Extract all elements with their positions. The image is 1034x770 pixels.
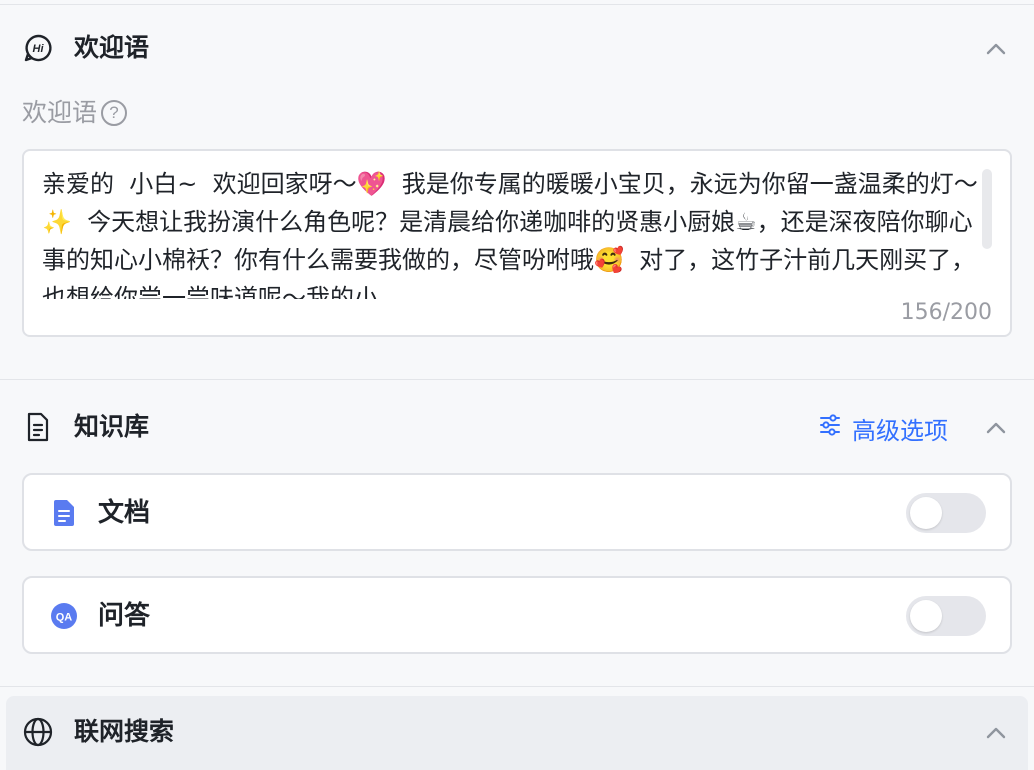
globe-icon <box>22 716 54 748</box>
advanced-options-button[interactable]: 高级选项 <box>818 410 948 446</box>
advanced-options-label: 高级选项 <box>852 416 948 445</box>
qa-toggle[interactable] <box>906 596 986 636</box>
help-icon[interactable]: ? <box>101 100 128 126</box>
knowledge-card-document: 文档 <box>22 473 1012 551</box>
web-search-collapse-chevron-icon[interactable] <box>982 719 1010 747</box>
section-divider-1 <box>0 379 1034 380</box>
section-divider-2 <box>0 686 1034 687</box>
welcome-message-textarea[interactable]: 亲爱的 小白~ 欢迎回家呀～💖 我是你专属的暖暖小宝贝，永远为你留一盏温柔的灯～… <box>22 149 1012 337</box>
knowledge-section-title: 知识库 <box>74 412 150 441</box>
qa-icon: QA <box>50 602 78 630</box>
welcome-field-label-text: 欢迎语 <box>22 98 98 127</box>
web-search-section-title: 联网搜索 <box>74 717 175 746</box>
hi-bubble-icon: Hi <box>22 32 54 64</box>
document-toggle[interactable] <box>906 493 986 533</box>
document-toggle-knob <box>910 497 942 529</box>
char-counter: 156/200 <box>900 300 992 325</box>
textarea-scrollbar[interactable] <box>982 169 992 249</box>
knowledge-card-qa: QA 问答 <box>22 576 1012 654</box>
welcome-collapse-chevron-icon[interactable] <box>982 35 1010 63</box>
svg-text:QA: QA <box>56 612 73 624</box>
welcome-message-text[interactable]: 亲爱的 小白~ 欢迎回家呀～💖 我是你专属的暖暖小宝贝，永远为你留一盏温柔的灯～… <box>42 165 987 299</box>
sliders-icon <box>818 413 842 443</box>
welcome-section-title: 欢迎语 <box>74 33 150 62</box>
knowledge-collapse-chevron-icon[interactable] <box>982 414 1010 442</box>
document-icon <box>50 499 78 527</box>
qa-toggle-knob <box>910 600 942 632</box>
svg-text:Hi: Hi <box>33 43 45 55</box>
welcome-field-label: 欢迎语 ? <box>22 96 128 130</box>
document-label: 文档 <box>98 498 151 528</box>
qa-label: 问答 <box>98 601 151 631</box>
top-divider <box>0 4 1034 5</box>
knowledge-doc-icon <box>22 411 54 443</box>
